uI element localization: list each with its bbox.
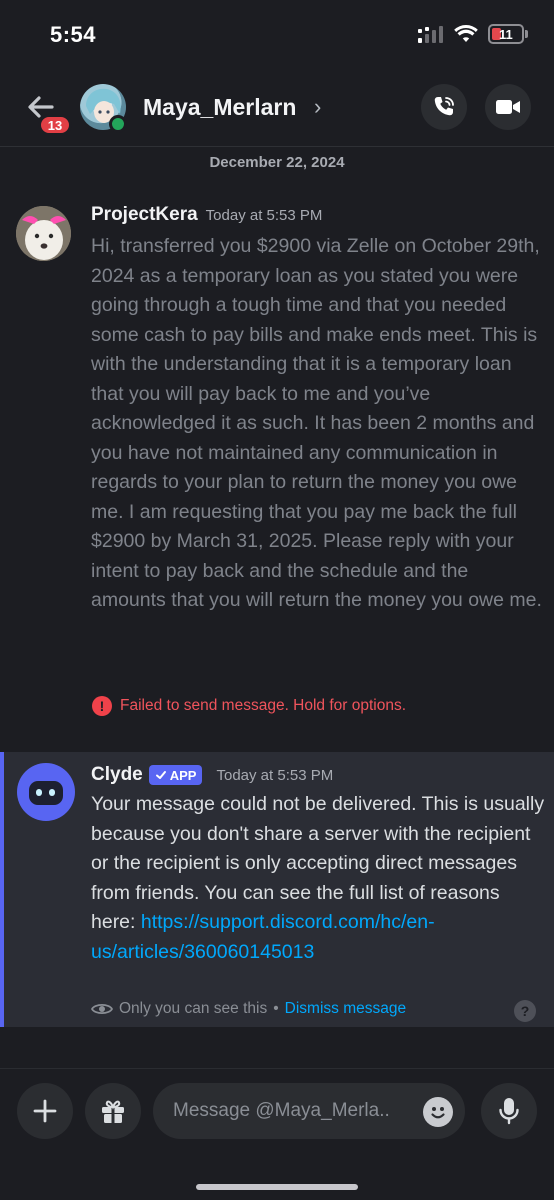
message-header: ProjectKera Today at 5:53 PM [91,204,322,226]
video-camera-icon [496,100,520,114]
contact-name[interactable]: Maya_Merlarn [143,94,296,121]
dismiss-message-link[interactable]: Dismiss message [285,1000,406,1018]
checkmark-icon [155,771,166,779]
status-bar: 5:54 11 [0,0,554,70]
clyde-message[interactable]: Clyde APP Today at 5:53 PM Your message … [0,752,554,1027]
dm-header: 13 Maya_Merlarn › [0,76,554,138]
composer-divider [0,1068,554,1069]
phone-call-icon [434,97,454,116]
message-header: Clyde APP Today at 5:53 PM [91,764,333,786]
ephemeral-notice: Only you can see this • Dismiss message [91,1000,406,1018]
separator-dot: • [273,1000,279,1017]
video-call-button[interactable] [485,84,531,130]
robot-icon [29,781,63,805]
help-icon[interactable]: ? [514,1000,536,1022]
home-indicator[interactable] [196,1184,358,1190]
wifi-icon [454,25,478,42]
header-divider [0,146,554,147]
add-attachment-button[interactable] [17,1083,73,1139]
message-text: Hi, transferred you $2900 via Zelle on O… [91,235,542,611]
message-timestamp: Today at 5:53 PM [216,766,334,784]
message-input[interactable] [153,1083,465,1139]
eye-icon [91,1003,113,1015]
message-text: Your message could not be delivered. Thi… [91,790,546,967]
dog-avatar-icon [16,206,71,261]
battery-percent: 11 [499,26,513,42]
gift-button[interactable] [85,1083,141,1139]
robot-eye-right [49,789,55,796]
voice-message-button[interactable] [481,1083,537,1139]
battery-tip [525,30,528,38]
microphone-icon [499,1098,519,1125]
emoji-button[interactable] [423,1097,453,1127]
author-avatar[interactable] [16,206,71,261]
chevron-right-icon: › [314,94,322,119]
plus-icon [33,1099,57,1123]
battery-icon: 11 [488,24,524,44]
robot-eye-left [36,789,42,796]
online-status-indicator [109,115,127,133]
gift-icon [102,1100,124,1123]
app-badge: APP [148,765,203,785]
send-failed-notice[interactable]: ! Failed to send message. Hold for optio… [92,696,406,716]
message-author[interactable]: Clyde [91,764,143,786]
date-separator: December 22, 2024 [209,154,345,171]
voice-call-button[interactable] [421,84,467,130]
status-time: 5:54 [50,22,97,47]
ephemeral-text: Only you can see this [119,1000,268,1017]
message-timestamp: Today at 5:53 PM [205,207,323,224]
clyde-avatar[interactable] [17,763,75,821]
unread-count-badge: 13 [38,114,72,136]
send-failed-text: Failed to send message. Hold for options… [120,697,407,714]
status-icons: 11 [418,24,528,44]
support-link[interactable]: https://support.discord.com/hc/en-us/art… [91,911,435,963]
app-badge-label: APP [169,767,197,783]
smiley-icon [431,1107,445,1119]
message-author[interactable]: ProjectKera [91,204,198,225]
cellular-signal-icon [418,26,443,43]
error-icon: ! [92,696,112,716]
